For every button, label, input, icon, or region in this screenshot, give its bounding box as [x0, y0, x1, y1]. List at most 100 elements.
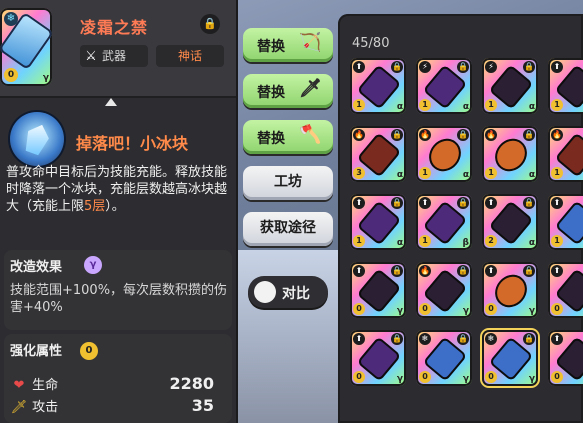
- lock-icon: 🔒: [391, 197, 403, 209]
- sword-icon: 🗡: [299, 78, 322, 99]
- slot-level-badge: 1: [419, 235, 431, 247]
- slot-level-badge: 0: [485, 371, 497, 383]
- item-tier: 神话: [156, 45, 224, 67]
- element-tag-icon: ⬆: [353, 61, 365, 73]
- inventory-slot[interactable]: ⬆🔒1α: [350, 58, 406, 114]
- slot-rarity: α: [396, 102, 403, 112]
- inventory-slot[interactable]: ⬆ 🔒 1 β: [416, 194, 472, 250]
- skill-name: 掉落吧！小冰块: [76, 134, 189, 153]
- stat-attack: 🗡 攻击 35: [10, 396, 228, 416]
- slot-level-badge: 0: [485, 303, 497, 315]
- lock-icon: 🔒: [457, 333, 469, 345]
- slot-level-badge: 1: [551, 235, 563, 247]
- snowflake-icon: ❄: [4, 12, 18, 26]
- element-tag-icon: ⬆: [353, 333, 365, 345]
- element-tag-icon: 🔥: [551, 129, 563, 141]
- slot-rarity: γ: [396, 374, 403, 384]
- slot-level-badge: 3: [353, 167, 365, 179]
- stat-label: 生命: [32, 378, 59, 393]
- slot-rarity: γ: [396, 306, 403, 316]
- element-tag-icon: ⬆: [485, 197, 497, 209]
- slot-rarity: α: [462, 102, 469, 112]
- lock-icon: 🔒: [457, 129, 469, 141]
- inventory-slot[interactable]: ❄ 🔒 0 γ: [416, 330, 472, 386]
- item-type: ⚔ 武器: [80, 45, 148, 67]
- replace-sword-button[interactable]: 替换 🗡: [243, 74, 333, 108]
- inventory-slot[interactable]: ⬆🔒0γ: [482, 262, 538, 318]
- inventory-slot[interactable]: ⬆🔒1α: [548, 194, 583, 250]
- slot-level-badge: 1: [551, 167, 563, 179]
- lock-icon: 🔒: [457, 61, 469, 73]
- element-tag-icon: ⬆: [419, 197, 431, 209]
- slot-level-badge: 1: [485, 99, 497, 111]
- slot-rarity: γ: [462, 374, 469, 384]
- pointer-triangle: [105, 98, 117, 106]
- element-tag-icon: ⬆: [353, 265, 365, 277]
- stat-value: 2280: [169, 374, 214, 393]
- sword-icon: 🗡: [10, 400, 28, 415]
- item-detail-panel: ❄ 0 γ 凌霜之禁 🔒 ⚔ 武器 神话 掉落吧！小冰块 普攻命中目标后为技能充能…: [0, 0, 238, 423]
- slot-level-badge: 0: [419, 303, 431, 315]
- replace-bow-button[interactable]: 替换 🏹: [243, 28, 333, 62]
- replace-axe-button[interactable]: 替换 🪓: [243, 120, 333, 154]
- inventory-slot[interactable]: ⬆ 🔒 2 α: [482, 194, 538, 250]
- slot-rarity: γ: [528, 374, 535, 384]
- obtain-path-button[interactable]: 获取途径: [243, 212, 333, 246]
- slot-level-badge: 0: [419, 371, 431, 383]
- skill-section: 掉落吧！小冰块 普攻命中目标后为技能充能。释放技能时降落一个冰块，充能层数越高冰…: [0, 106, 236, 246]
- slot-level-badge: 1: [485, 167, 497, 179]
- element-tag-icon: ⬆: [353, 197, 365, 209]
- slot-level-badge: 1: [419, 167, 431, 179]
- inventory-panel: 45/80 ⬆🔒1α⚡🔒1α⚡🔒1α⬆🔒1α🔥🔒3α🔥🔒1α🔥🔒1α🔥🔒1α⬆🔒…: [338, 14, 583, 423]
- lock-icon[interactable]: 🔒: [200, 14, 220, 34]
- toggle-knob: [254, 281, 276, 303]
- slot-level-badge: 1: [353, 99, 365, 111]
- slot-level-badge: 2: [485, 235, 497, 247]
- lock-icon: 🔒: [391, 265, 403, 277]
- inventory-slot[interactable]: ⬆🔒0γ: [548, 262, 583, 318]
- item-header: ❄ 0 γ 凌霜之禁 🔒 ⚔ 武器 神话: [0, 0, 236, 98]
- inventory-slot[interactable]: 🔥 🔒 3 α: [350, 126, 406, 182]
- ice-skill-icon: [10, 112, 64, 166]
- item-name: 凌霜之禁: [80, 18, 149, 37]
- inventory-slot[interactable]: ⚡ 🔒 1 α: [482, 58, 538, 114]
- slot-rarity: α: [396, 170, 403, 180]
- inventory-slot[interactable]: ⬆🔒1α: [350, 194, 406, 250]
- inventory-slot[interactable]: 🔥🔒1α: [416, 126, 472, 182]
- element-tag-icon: 🔥: [419, 265, 431, 277]
- inventory-slot[interactable]: 🔥 🔒 0 γ: [416, 262, 472, 318]
- slot-rarity: α: [396, 238, 403, 248]
- inventory-slot[interactable]: ⚡ 🔒 1 α: [416, 58, 472, 114]
- inventory-slot[interactable]: ⬆🔒0γ: [350, 330, 406, 386]
- element-tag-icon: ⬆: [551, 61, 563, 73]
- lock-icon: 🔒: [391, 333, 403, 345]
- lock-icon: 🔒: [523, 61, 535, 73]
- compare-toggle[interactable]: 对比: [248, 276, 328, 308]
- item-icon: ❄ 0 γ: [0, 8, 54, 86]
- bow-icon: 🏹: [299, 32, 322, 53]
- inventory-count: 45/80: [352, 36, 390, 51]
- workshop-button[interactable]: 工坊: [243, 166, 333, 200]
- axe-icon: 🪓: [299, 124, 322, 145]
- enhance-badge: 0: [80, 342, 98, 360]
- element-tag-icon: ❄: [485, 333, 497, 345]
- inventory-slot[interactable]: 🔥🔒1α: [482, 126, 538, 182]
- slot-level-badge: 1: [551, 99, 563, 111]
- slot-rarity: γ: [528, 306, 535, 316]
- lock-icon: 🔒: [523, 129, 535, 141]
- inventory-slot[interactable]: 🔥🔒1α: [548, 126, 583, 182]
- inventory-slot[interactable]: ⬆🔒0γ: [548, 330, 583, 386]
- slot-rarity: α: [528, 102, 535, 112]
- slot-rarity: α: [528, 170, 535, 180]
- slot-level-badge: 0: [353, 303, 365, 315]
- element-tag-icon: ⬆: [551, 265, 563, 277]
- inventory-slot[interactable]: ⬆🔒1α: [548, 58, 583, 114]
- slot-level-badge: 0: [551, 371, 563, 383]
- heart-icon: ❤: [13, 378, 25, 393]
- slot-rarity: α: [528, 238, 535, 248]
- element-tag-icon: ❄: [419, 333, 431, 345]
- stat-label: 攻击: [32, 400, 59, 415]
- inventory-slot[interactable]: ❄ 🔒 0 γ: [482, 330, 538, 386]
- skill-description: 普攻命中目标后为技能充能。释放技能时降落一个冰块，充能层数越高冰块越大（充能上限…: [6, 165, 228, 214]
- inventory-slot[interactable]: ⬆ 🔒 0 γ: [350, 262, 406, 318]
